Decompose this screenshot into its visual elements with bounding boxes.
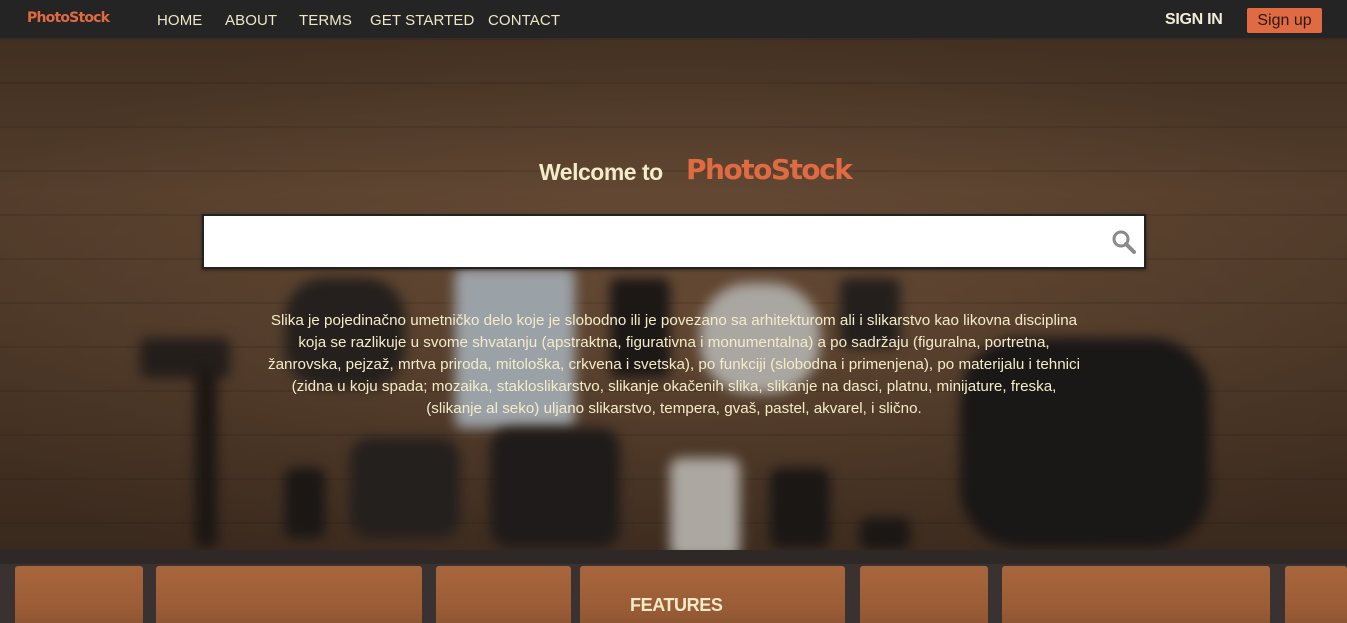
- nav-about-link[interactable]: ABOUT: [225, 12, 277, 29]
- brand-logo[interactable]: PhotoStock: [27, 10, 110, 26]
- top-navbar: PhotoStock HOME ABOUT TERMS GET STARTED …: [0, 0, 1347, 38]
- sign-in-link[interactable]: SIGN IN: [1165, 11, 1223, 29]
- nav-get-started-link[interactable]: GET STARTED: [370, 12, 474, 29]
- sign-up-button[interactable]: Sign up: [1247, 8, 1322, 33]
- search-bar: [202, 214, 1146, 269]
- nav-contact-link[interactable]: CONTACT: [488, 12, 560, 29]
- welcome-heading: Welcome to: [539, 159, 663, 185]
- hero-overlay: [0, 38, 1347, 550]
- search-input[interactable]: [214, 216, 1094, 267]
- welcome-brand-name: PhotoStock: [686, 153, 853, 186]
- nav-home-link[interactable]: HOME: [157, 12, 202, 29]
- features-section: FEATURES: [0, 550, 1347, 623]
- hero-section: Welcome to PhotoStock Slika je pojedinač…: [0, 38, 1347, 550]
- hero-description: Slika je pojedinačno umetničko delo koje…: [267, 312, 1081, 417]
- features-heading: FEATURES: [630, 595, 723, 615]
- nav-terms-link[interactable]: TERMS: [299, 12, 352, 29]
- section-divider: [0, 550, 1347, 564]
- search-icon[interactable]: [1110, 228, 1138, 256]
